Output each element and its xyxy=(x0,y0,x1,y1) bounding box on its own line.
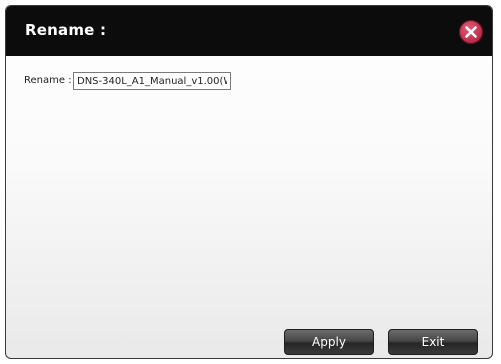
exit-button[interactable]: Exit xyxy=(388,329,478,355)
rename-label: Rename : xyxy=(24,75,72,86)
dialog-title: Rename : xyxy=(25,21,107,39)
close-icon xyxy=(465,26,477,38)
rename-dialog: Rename : Rename : xyxy=(5,5,493,359)
apply-button[interactable]: Apply xyxy=(284,329,374,355)
dialog-title-bar: Rename : xyxy=(6,6,492,56)
rename-input[interactable] xyxy=(73,72,231,90)
close-button[interactable] xyxy=(459,20,483,44)
